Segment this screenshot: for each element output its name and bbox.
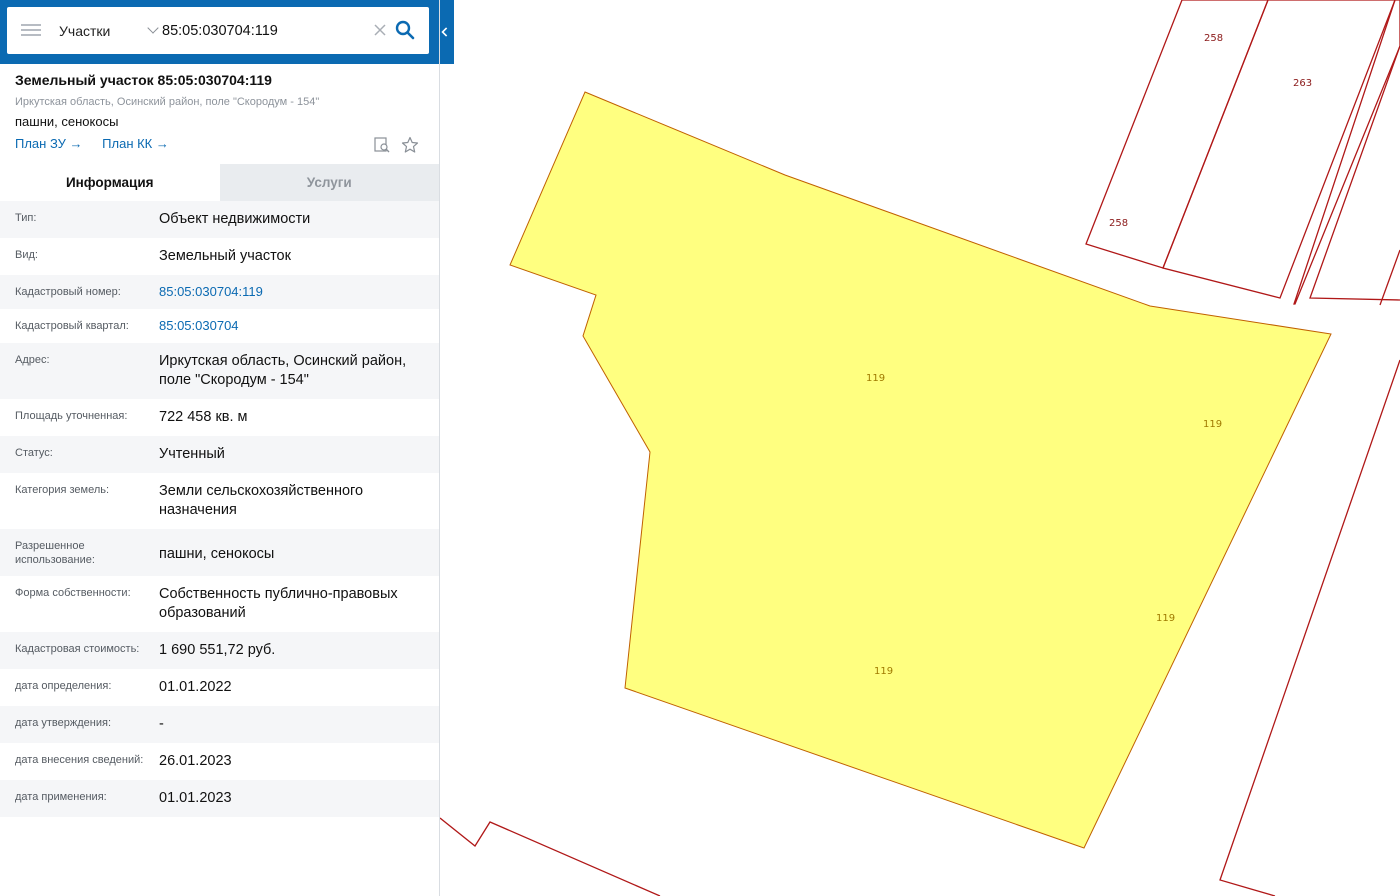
search-document-icon[interactable] xyxy=(373,136,391,154)
row-label: Категория земель: xyxy=(15,484,110,496)
object-header: Земельный участок 85:05:030704:119 Иркут… xyxy=(0,64,439,164)
row-label: Вид: xyxy=(15,249,38,261)
row-label: дата внесения сведений: xyxy=(15,754,144,766)
parcel-right-lower-edge xyxy=(1379,249,1400,306)
map-label-263: 263 xyxy=(1293,78,1312,89)
row-value: Иркутская область, Осинский район, поле … xyxy=(159,353,407,388)
map-label-119-a: 119 xyxy=(866,373,885,384)
row-label: дата утверждения: xyxy=(15,717,112,729)
parcel-263 xyxy=(1162,0,1396,299)
row-value: Объект недвижимости xyxy=(159,211,311,227)
row-label: Форма собственности: xyxy=(15,587,131,599)
plan-zu-link[interactable]: План ЗУ → xyxy=(15,136,83,151)
parcel-bottom-left xyxy=(440,817,661,896)
table-row: дата определения: 01.01.2022 xyxy=(0,669,439,706)
page-title: Земельный участок 85:05:030704:119 xyxy=(15,72,272,88)
plan-links: План ЗУ → План КК → xyxy=(15,136,424,151)
row-value: 722 458 кв. м xyxy=(159,409,248,425)
selected-parcel-119[interactable] xyxy=(509,91,1332,849)
row-label: Разрешенное использование: xyxy=(15,540,95,566)
chevron-down-icon xyxy=(147,22,159,34)
table-row: Кадастровая стоимость: 1 690 551,72 руб. xyxy=(0,632,439,669)
row-value: - xyxy=(159,716,164,732)
map-view[interactable]: 258 263 258 119 119 119 119 xyxy=(440,0,1400,896)
table-row: Статус: Учтенный xyxy=(0,436,439,473)
search-input[interactable] xyxy=(162,17,362,44)
cadastral-number-link[interactable]: 85:05:030704:119 xyxy=(159,284,424,300)
row-label: Адрес: xyxy=(15,354,50,366)
map-label-119-c: 119 xyxy=(1156,613,1175,624)
search-bar: Участки xyxy=(0,0,439,64)
map-canvas[interactable]: 258 263 258 119 119 119 119 xyxy=(440,0,1400,896)
row-label: дата определения: xyxy=(15,680,112,692)
tab-bar: Информация Услуги xyxy=(0,164,439,201)
row-value: 01.01.2023 xyxy=(159,790,232,806)
search-icon[interactable] xyxy=(393,18,417,42)
row-label: дата применения: xyxy=(15,791,107,803)
cadastral-quarter-link[interactable]: 85:05:030704 xyxy=(159,318,424,334)
table-row: Площадь уточненная: 722 458 кв. м xyxy=(0,399,439,436)
row-value: Собственность публично-правовых образова… xyxy=(159,586,398,621)
row-value: Земли сельскохозяйственного назначения xyxy=(159,483,364,518)
row-value: 1 690 551,72 руб. xyxy=(159,642,276,658)
row-value: Учтенный xyxy=(159,446,225,462)
row-label: Кадастровая стоимость: xyxy=(15,643,140,655)
table-row: Категория земель: Земли сельскохозяйствен… xyxy=(0,473,439,529)
parcel-right-strip xyxy=(1293,0,1400,305)
object-address: Иркутская область, Осинский район, поле … xyxy=(15,96,320,108)
info-table: Тип: Объект недвижимости Вид: Земельный уч… xyxy=(0,201,439,817)
menu-icon[interactable] xyxy=(21,21,41,39)
table-row: дата внесения сведений: 26.01.2023 xyxy=(0,743,439,780)
row-value: пашни, сенокосы xyxy=(159,546,275,562)
table-row: Адрес: Иркутская область, Осинский район,… xyxy=(0,343,439,399)
tab-info[interactable]: Информация xyxy=(0,164,220,201)
map-label-119-b: 119 xyxy=(1203,419,1222,430)
layer-select-label: Участки xyxy=(59,22,111,39)
row-label: Статус: xyxy=(15,447,53,459)
row-value: 26.01.2023 xyxy=(159,753,232,769)
map-label-258-top: 258 xyxy=(1204,33,1223,44)
table-row: дата применения: 01.01.2023 xyxy=(0,780,439,817)
search-box: Участки xyxy=(7,7,429,54)
row-label: Тип: xyxy=(15,212,37,224)
table-row: Кадастровый номер: 85:05:030704:119 xyxy=(0,275,439,309)
collapse-panel-button[interactable] xyxy=(440,0,454,64)
row-label: Кадастровый номер: xyxy=(15,286,121,298)
map-label-119-d: 119 xyxy=(874,666,893,677)
table-row: Вид: Земельный участок xyxy=(0,238,439,275)
row-value: Земельный участок xyxy=(159,248,291,264)
row-value: 01.01.2022 xyxy=(159,679,232,695)
row-label: Площадь уточненная: xyxy=(15,410,128,422)
info-panel: Участки Земельный участок 85:05:030704:1… xyxy=(0,0,440,896)
plan-kk-link[interactable]: План КК → xyxy=(102,136,169,151)
layer-select[interactable]: Участки xyxy=(55,7,161,54)
table-row: Кадастровый квартал: 85:05:030704 xyxy=(0,309,439,343)
table-row: Тип: Объект недвижимости xyxy=(0,201,439,238)
header-actions xyxy=(373,136,419,154)
table-row: Форма собственности: Собственность публич… xyxy=(0,576,439,632)
star-icon[interactable] xyxy=(401,136,419,154)
table-row: дата утверждения: - xyxy=(0,706,439,743)
close-icon[interactable] xyxy=(372,22,388,38)
map-label-258-bottom: 258 xyxy=(1109,218,1128,229)
parcel-right-strip-edge xyxy=(1309,45,1400,301)
object-use: пашни, сенокосы xyxy=(15,114,119,129)
tab-services[interactable]: Услуги xyxy=(219,164,439,201)
row-label: Кадастровый квартал: xyxy=(15,320,129,332)
table-row: Разрешенное использование: пашни, сенокос… xyxy=(0,529,439,576)
